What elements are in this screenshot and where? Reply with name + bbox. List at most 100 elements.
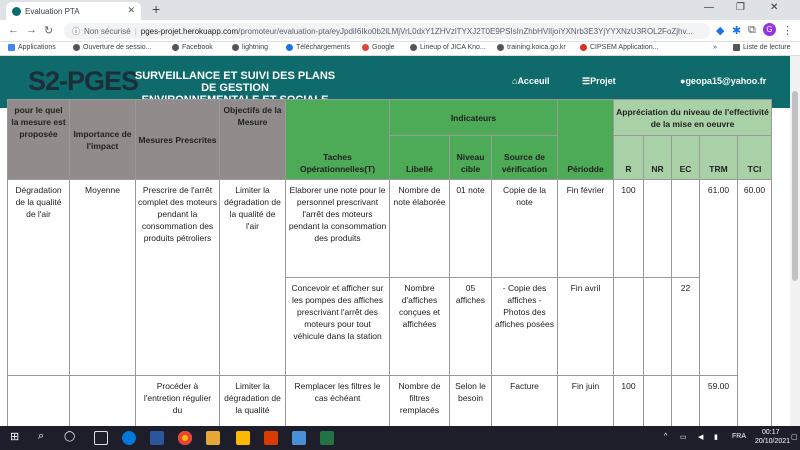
profile-avatar[interactable]: G — [763, 23, 776, 36]
task-view-icon[interactable]: ◯ — [64, 431, 78, 445]
col-tci-header: TCI — [737, 135, 772, 180]
col-libelle-header: Libellé — [389, 135, 450, 180]
search-icon[interactable]: ⌕ — [38, 430, 52, 444]
menu-icon[interactable]: ⋮ — [782, 24, 793, 37]
page-scrollbar[interactable] — [790, 56, 800, 426]
col-impact-header: pour le quel la mesure est proposée — [7, 99, 70, 180]
folder-icon[interactable] — [206, 431, 220, 445]
language-indicator[interactable]: FRA — [732, 433, 746, 440]
globe-icon — [410, 44, 417, 51]
col-nr-header: NR — [643, 135, 672, 180]
bookmark-apps[interactable]: Applications — [8, 44, 56, 51]
cell-libelle: Nombre de note élaborée — [389, 179, 450, 278]
clock-time[interactable]: 00:17 — [762, 429, 780, 436]
cell-libelle: Nombre d'affiches conçues et affichées — [389, 277, 450, 376]
download-icon — [286, 44, 293, 51]
forward-icon[interactable]: → — [26, 24, 37, 36]
cell-ec: 22 — [671, 277, 700, 376]
evaluation-table: pour le quel la mesure est proposée Impo… — [7, 99, 772, 436]
excel-icon[interactable] — [320, 431, 334, 445]
url-domain: pges-projet.herokuapp.com — [140, 26, 239, 36]
cell-tache: Concevoir et afficher sur les pompes des… — [285, 277, 390, 376]
scrollbar-thumb[interactable] — [792, 91, 798, 281]
edge-icon[interactable] — [122, 431, 136, 445]
cell-nr — [643, 277, 672, 376]
new-tab-icon[interactable]: + — [152, 1, 160, 17]
maximize-icon[interactable]: ❐ — [736, 2, 745, 13]
cell-niveau: 01 note — [449, 179, 492, 278]
puzzle-icon[interactable]: ✱ — [732, 24, 741, 37]
col-ec-header: EC — [671, 135, 700, 180]
more-bookmarks-icon[interactable]: » — [713, 44, 717, 51]
cell-trm: 61.00 — [699, 179, 738, 376]
cell-r — [613, 277, 644, 376]
col-r-header: R — [613, 135, 644, 180]
col-importance-header: Importance de l'impact — [69, 99, 136, 180]
bookmark-item[interactable]: training.koica.go.kr — [497, 44, 566, 51]
bookmark-item[interactable]: Ouverture de sessio... — [73, 44, 151, 51]
site-favicon-icon — [12, 6, 21, 16]
cell-nr — [643, 179, 672, 278]
close-window-icon[interactable]: ✕ — [770, 2, 778, 13]
bookmarks-bar: Applications Ouverture de sessio... Face… — [0, 42, 800, 56]
url-path: /promoteur/evaluation-pta/eyJpdiI6Iko0b2… — [238, 26, 693, 36]
reading-list-icon — [733, 44, 740, 51]
table-row: Dégradation de la qualité de l'air Moyen… — [7, 179, 772, 436]
reading-list[interactable]: Liste de lecture — [733, 44, 790, 51]
tray-chevron-icon[interactable]: ^ — [664, 433, 667, 440]
photos-icon[interactable] — [292, 431, 306, 445]
globe-icon — [172, 44, 179, 51]
extension-icon[interactable]: ◆ — [716, 24, 724, 37]
app-logo[interactable]: S2-PGES — [28, 66, 139, 97]
security-label: Non sécurisé — [84, 26, 131, 36]
minimize-icon[interactable]: — — [704, 2, 714, 13]
bookmark-item[interactable]: Téléchargements — [286, 44, 350, 51]
windows-start-icon[interactable]: ⊞ — [10, 430, 24, 444]
back-icon[interactable]: ← — [8, 24, 19, 36]
battery-icon[interactable]: ▮ — [714, 433, 718, 441]
nav-projet[interactable]: ☰Projet — [582, 76, 616, 87]
globe-icon — [73, 44, 80, 51]
table-header-row: pour le quel la mesure est proposée Impo… — [7, 99, 772, 180]
extensions-icon[interactable]: ⧉ — [748, 24, 756, 37]
windows-taskbar: ⊞ ⌕ ◯ ^ ▭ ◀ ▮ FRA 00:17 20/10/2021 ▢ — [0, 426, 800, 450]
bookmark-item[interactable]: CIPSEM Application... — [580, 44, 658, 51]
bookmark-item[interactable]: lightning — [232, 44, 268, 51]
cell-objectif: Limiter la dégradation de la qualité de … — [219, 179, 286, 376]
chrome-icon[interactable] — [178, 431, 192, 445]
col-indicateurs-header: Indicateurs — [389, 99, 558, 136]
col-objectifs-header: Objectifs de la Mesure — [219, 99, 286, 180]
network-icon[interactable]: ▭ — [680, 433, 687, 441]
cell-r: 100 — [613, 179, 644, 278]
col-appreciation-header: Appréciation du niveau de l'effectivité … — [613, 99, 772, 136]
clock-date[interactable]: 20/10/2021 — [755, 438, 790, 445]
col-taches-header: Taches Opérationnelles(T) — [285, 99, 390, 180]
file-explorer-icon[interactable] — [94, 431, 108, 445]
cipsem-icon — [580, 44, 587, 51]
cell-tci: 60.00 — [737, 179, 772, 436]
nav-user[interactable]: ●geopa15@yahoo.fr — [680, 76, 766, 86]
cell-importance: Moyenne — [69, 179, 136, 376]
close-tab-icon[interactable]: ✕ — [127, 5, 135, 16]
cell-mesure: Prescrire de l'arrêt complet des moteurs… — [135, 179, 220, 376]
bookmark-item[interactable]: Lineup of JICA Kno... — [410, 44, 486, 51]
nav-home[interactable]: ⌂Acceuil — [512, 76, 549, 86]
powerpoint-icon[interactable] — [264, 431, 278, 445]
bookmark-item[interactable]: Google — [362, 44, 395, 51]
notification-icon[interactable]: ▢ — [791, 433, 798, 441]
list-icon: ☰ — [582, 76, 591, 86]
volume-icon[interactable]: ◀ — [698, 433, 703, 441]
reload-icon[interactable]: ↻ — [44, 24, 53, 37]
col-source-header: Source de vérification — [491, 135, 558, 180]
cell-impact: Dégradation de la qualité de l'air — [7, 179, 70, 376]
browser-tab[interactable]: Evaluation PTA ✕ — [6, 2, 141, 20]
bookmark-item[interactable]: Facebook — [172, 44, 213, 51]
url-field[interactable]: ⓘ Non sécurisé | pges-projet.herokuapp.c… — [64, 23, 710, 39]
browser-tab-strip: Evaluation PTA ✕ + — ❐ ✕ — [0, 0, 800, 20]
col-niveau-header: Niveau cible — [449, 135, 492, 180]
cell-periode: Fin avril — [557, 277, 614, 376]
globe-icon — [497, 44, 504, 51]
sticky-notes-icon[interactable] — [236, 431, 250, 445]
col-periode-header: Périodde — [557, 99, 614, 180]
word-icon[interactable] — [150, 431, 164, 445]
